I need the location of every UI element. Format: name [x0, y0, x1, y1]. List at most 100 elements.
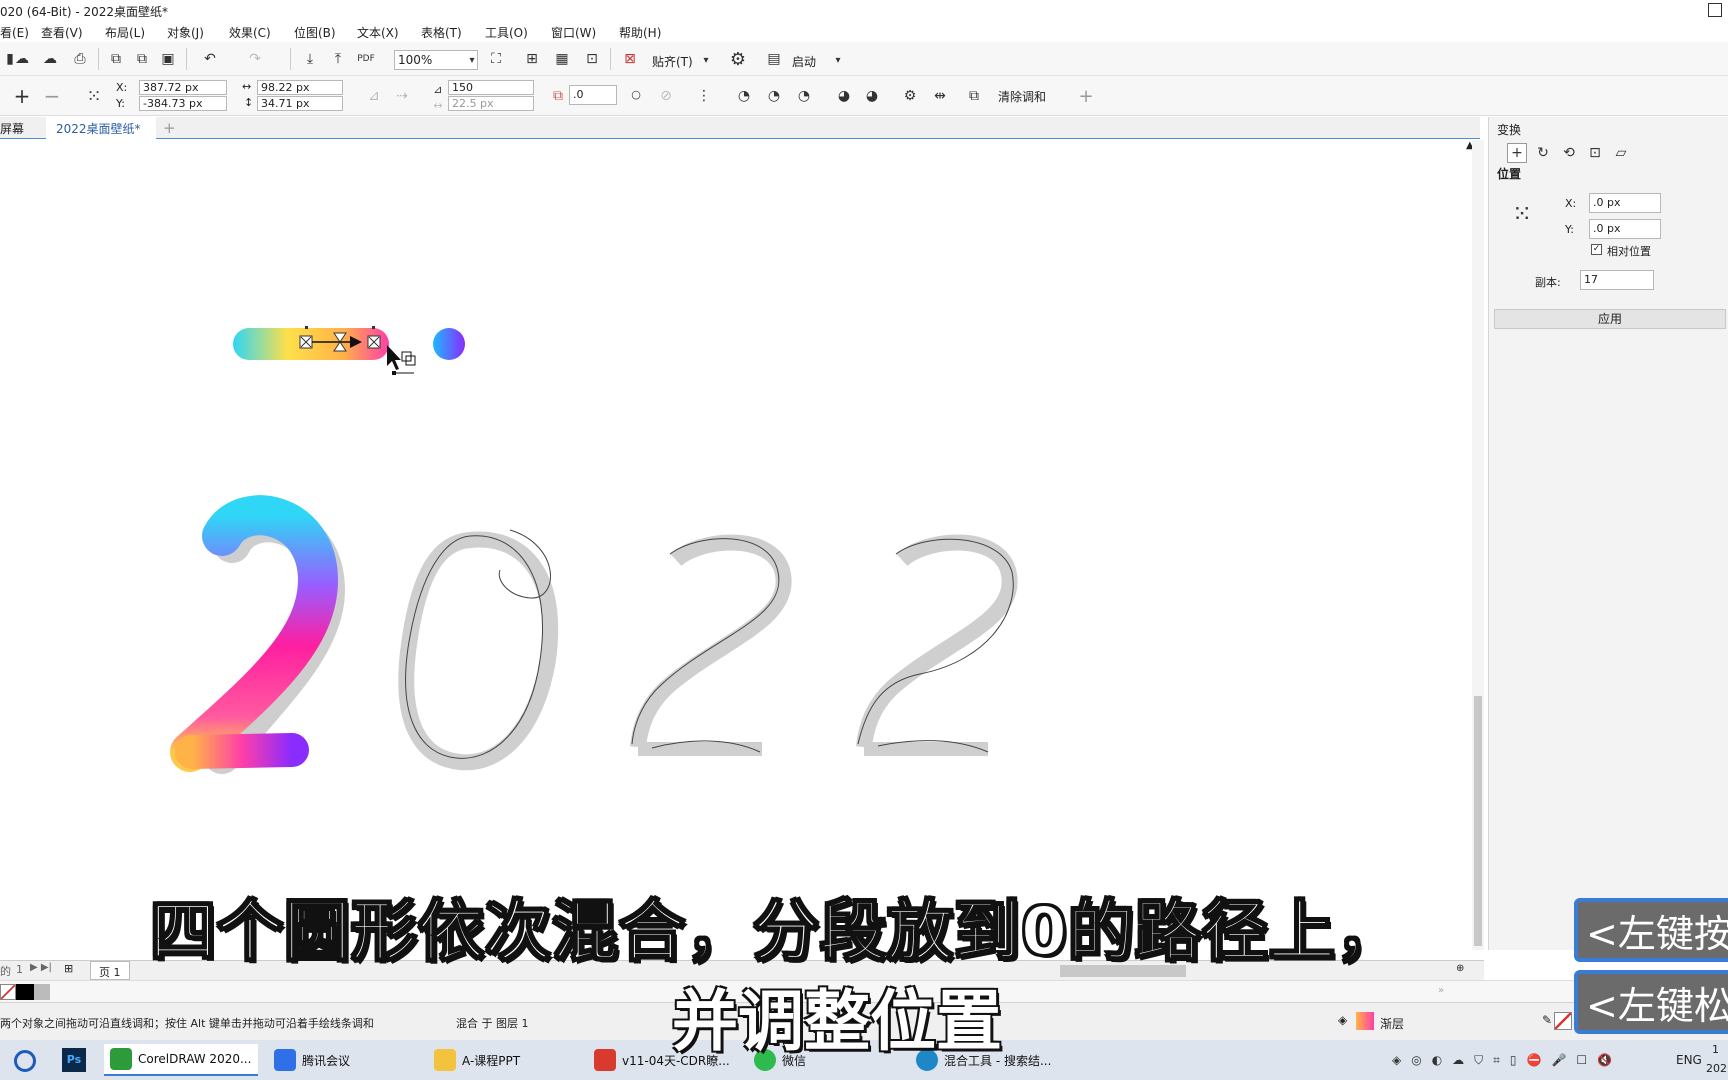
- language-indicator[interactable]: ENG: [1676, 1053, 1702, 1067]
- photoshop-icon[interactable]: Ps: [62, 1048, 86, 1072]
- launch-button[interactable]: 启动: [792, 53, 816, 70]
- blend-end-circle[interactable]: [433, 328, 465, 360]
- outline-two-first[interactable]: [630, 534, 792, 756]
- position-tab-icon[interactable]: +: [1507, 143, 1527, 163]
- black-swatch[interactable]: [16, 984, 34, 1000]
- remove-preset-icon[interactable]: −: [42, 84, 62, 108]
- rotate-tab-icon[interactable]: ↻: [1533, 143, 1553, 163]
- menu-table[interactable]: 表格(T): [421, 24, 462, 41]
- tab-welcome[interactable]: 屏幕: [0, 120, 24, 137]
- menu-bitmap[interactable]: 位图(B): [294, 24, 336, 41]
- grid-icon[interactable]: ▦: [552, 49, 572, 69]
- gradient-two[interactable]: [170, 495, 346, 774]
- counterclockwise-blend-icon[interactable]: ◔: [794, 86, 814, 106]
- chevron-down-icon[interactable]: ▾: [462, 50, 482, 70]
- new-tab-icon[interactable]: +: [163, 119, 176, 137]
- clock-time[interactable]: 1: [1712, 1043, 1719, 1056]
- size-accel-icon[interactable]: ◕: [862, 86, 882, 106]
- x-position-field[interactable]: 387.72 px: [139, 80, 227, 95]
- relative-position-checkbox[interactable]: ✓: [1591, 244, 1602, 255]
- size-tab-icon[interactable]: ⊡: [1585, 143, 1605, 163]
- clear-blend-button[interactable]: 清除调和: [998, 88, 1046, 105]
- width-field[interactable]: 98.22 px: [257, 80, 343, 95]
- fill-swatch[interactable]: [1356, 1012, 1374, 1030]
- steps-field[interactable]: 150: [448, 80, 534, 95]
- spacing-field[interactable]: 22.5 px: [448, 96, 534, 111]
- height-field[interactable]: 34.71 px: [257, 96, 343, 111]
- gear-icon[interactable]: ⚙: [728, 49, 748, 70]
- copies-field[interactable]: 17: [1580, 270, 1654, 290]
- reference-point-icon[interactable]: ⁙: [84, 86, 104, 107]
- palette-scroll-icon[interactable]: »: [1438, 985, 1444, 996]
- menu-window[interactable]: 窗口(W): [551, 24, 596, 41]
- undo-icon[interactable]: ↶: [200, 49, 220, 69]
- snap-button[interactable]: 贴齐(T): [652, 53, 693, 70]
- start-end-properties-icon[interactable]: ⇹: [930, 86, 950, 106]
- launch-icon[interactable]: ▤: [764, 49, 784, 69]
- cloud-upload-icon[interactable]: ☁: [12, 49, 32, 69]
- copy-blend-icon[interactable]: ⧉: [964, 86, 984, 106]
- clock-date[interactable]: 202: [1706, 1062, 1727, 1075]
- y-position-field[interactable]: -384.73 px: [139, 96, 227, 111]
- menu-object[interactable]: 对象(J): [167, 24, 204, 41]
- print-icon[interactable]: ⎙: [70, 49, 90, 69]
- copy-icon[interactable]: ⧉: [132, 49, 152, 69]
- apply-button[interactable]: 应用: [1494, 309, 1726, 329]
- pdf-icon[interactable]: PDF: [356, 49, 376, 69]
- skew-tab-icon[interactable]: ▱: [1611, 143, 1631, 163]
- outline-two-second[interactable]: [856, 534, 1018, 756]
- rulers-icon[interactable]: ⊞: [522, 49, 542, 69]
- add-page-icon[interactable]: ⊞: [64, 962, 73, 975]
- task-tencent-meeting[interactable]: 腾讯会议: [268, 1044, 422, 1076]
- drawing-canvas[interactable]: ▲: [0, 140, 1474, 950]
- full-screen-icon[interactable]: ⛶: [486, 49, 506, 69]
- menu-layout[interactable]: 布局(L): [105, 24, 145, 41]
- redo-icon[interactable]: ↷: [245, 49, 265, 69]
- panel-y-field[interactable]: .0 px: [1589, 219, 1661, 239]
- blend-path-icon[interactable]: ⇢: [392, 86, 412, 106]
- loop-blend-icon[interactable]: ⊘: [656, 86, 676, 106]
- vertical-scrollbar[interactable]: [1472, 140, 1484, 950]
- user-icon[interactable]: [1708, 3, 1722, 17]
- path-properties-icon[interactable]: ⋮: [694, 86, 714, 106]
- export-icon[interactable]: ⤒: [328, 49, 348, 69]
- task-coreldraw[interactable]: CorelDRAW 2020...: [104, 1044, 258, 1076]
- panel-x-field[interactable]: .0 px: [1589, 193, 1661, 213]
- menu-effects[interactable]: 效果(C): [229, 24, 271, 41]
- guides-icon[interactable]: ⊡: [582, 49, 602, 69]
- search-icon[interactable]: [14, 1050, 36, 1072]
- clockwise-blend-icon[interactable]: ◔: [764, 86, 784, 106]
- chevron-down-icon[interactable]: ▾: [828, 50, 848, 70]
- task-folder[interactable]: A-课程PPT: [428, 1044, 582, 1076]
- snap-off-icon[interactable]: ⊠: [620, 49, 640, 69]
- blend-direction-icon[interactable]: ⧉: [548, 86, 568, 106]
- outline-swatch[interactable]: [1554, 1012, 1572, 1030]
- cut-icon[interactable]: ⧉: [106, 49, 126, 69]
- menu-tools[interactable]: 工具(O): [485, 24, 528, 41]
- paste-icon[interactable]: ▣: [158, 49, 178, 69]
- add-preset-icon[interactable]: +: [12, 84, 32, 108]
- no-fill-swatch[interactable]: [0, 984, 16, 1000]
- more-blend-options-icon[interactable]: ⚙: [900, 86, 920, 106]
- menu-help[interactable]: 帮助(H): [619, 24, 661, 41]
- direct-blend-icon[interactable]: ◔: [734, 86, 754, 106]
- grey-swatch[interactable]: [34, 984, 50, 1000]
- menu-view[interactable]: 查看(V): [41, 24, 83, 41]
- blend-pill[interactable]: [233, 326, 389, 360]
- page-next-icon[interactable]: ▶ ▶|: [30, 962, 52, 973]
- outline-zero[interactable]: [398, 529, 559, 771]
- system-tray-icons[interactable]: ◈◎◐☁⛉⌗▯⛔🎤☐🔇: [1392, 1053, 1622, 1068]
- import-icon[interactable]: ⤓: [300, 49, 320, 69]
- blend-object-icon[interactable]: ⊿: [364, 86, 384, 106]
- menu-text[interactable]: 文本(X): [357, 24, 399, 41]
- blend-angle-field[interactable]: .0: [569, 85, 617, 105]
- menu-edit[interactable]: 看(E): [0, 24, 29, 41]
- tab-document[interactable]: 2022桌面壁纸*: [46, 117, 156, 139]
- chevron-down-icon[interactable]: ▾: [696, 50, 716, 70]
- scale-tab-icon[interactable]: ⟲: [1559, 143, 1579, 163]
- cloud-download-icon[interactable]: ☁: [40, 49, 60, 69]
- anchor-grid-icon[interactable]: ⁙: [1505, 197, 1539, 231]
- add-icon[interactable]: +: [1076, 86, 1096, 107]
- object-color-accel-icon[interactable]: ◕: [834, 86, 854, 106]
- page-tab[interactable]: 页 1: [90, 961, 130, 980]
